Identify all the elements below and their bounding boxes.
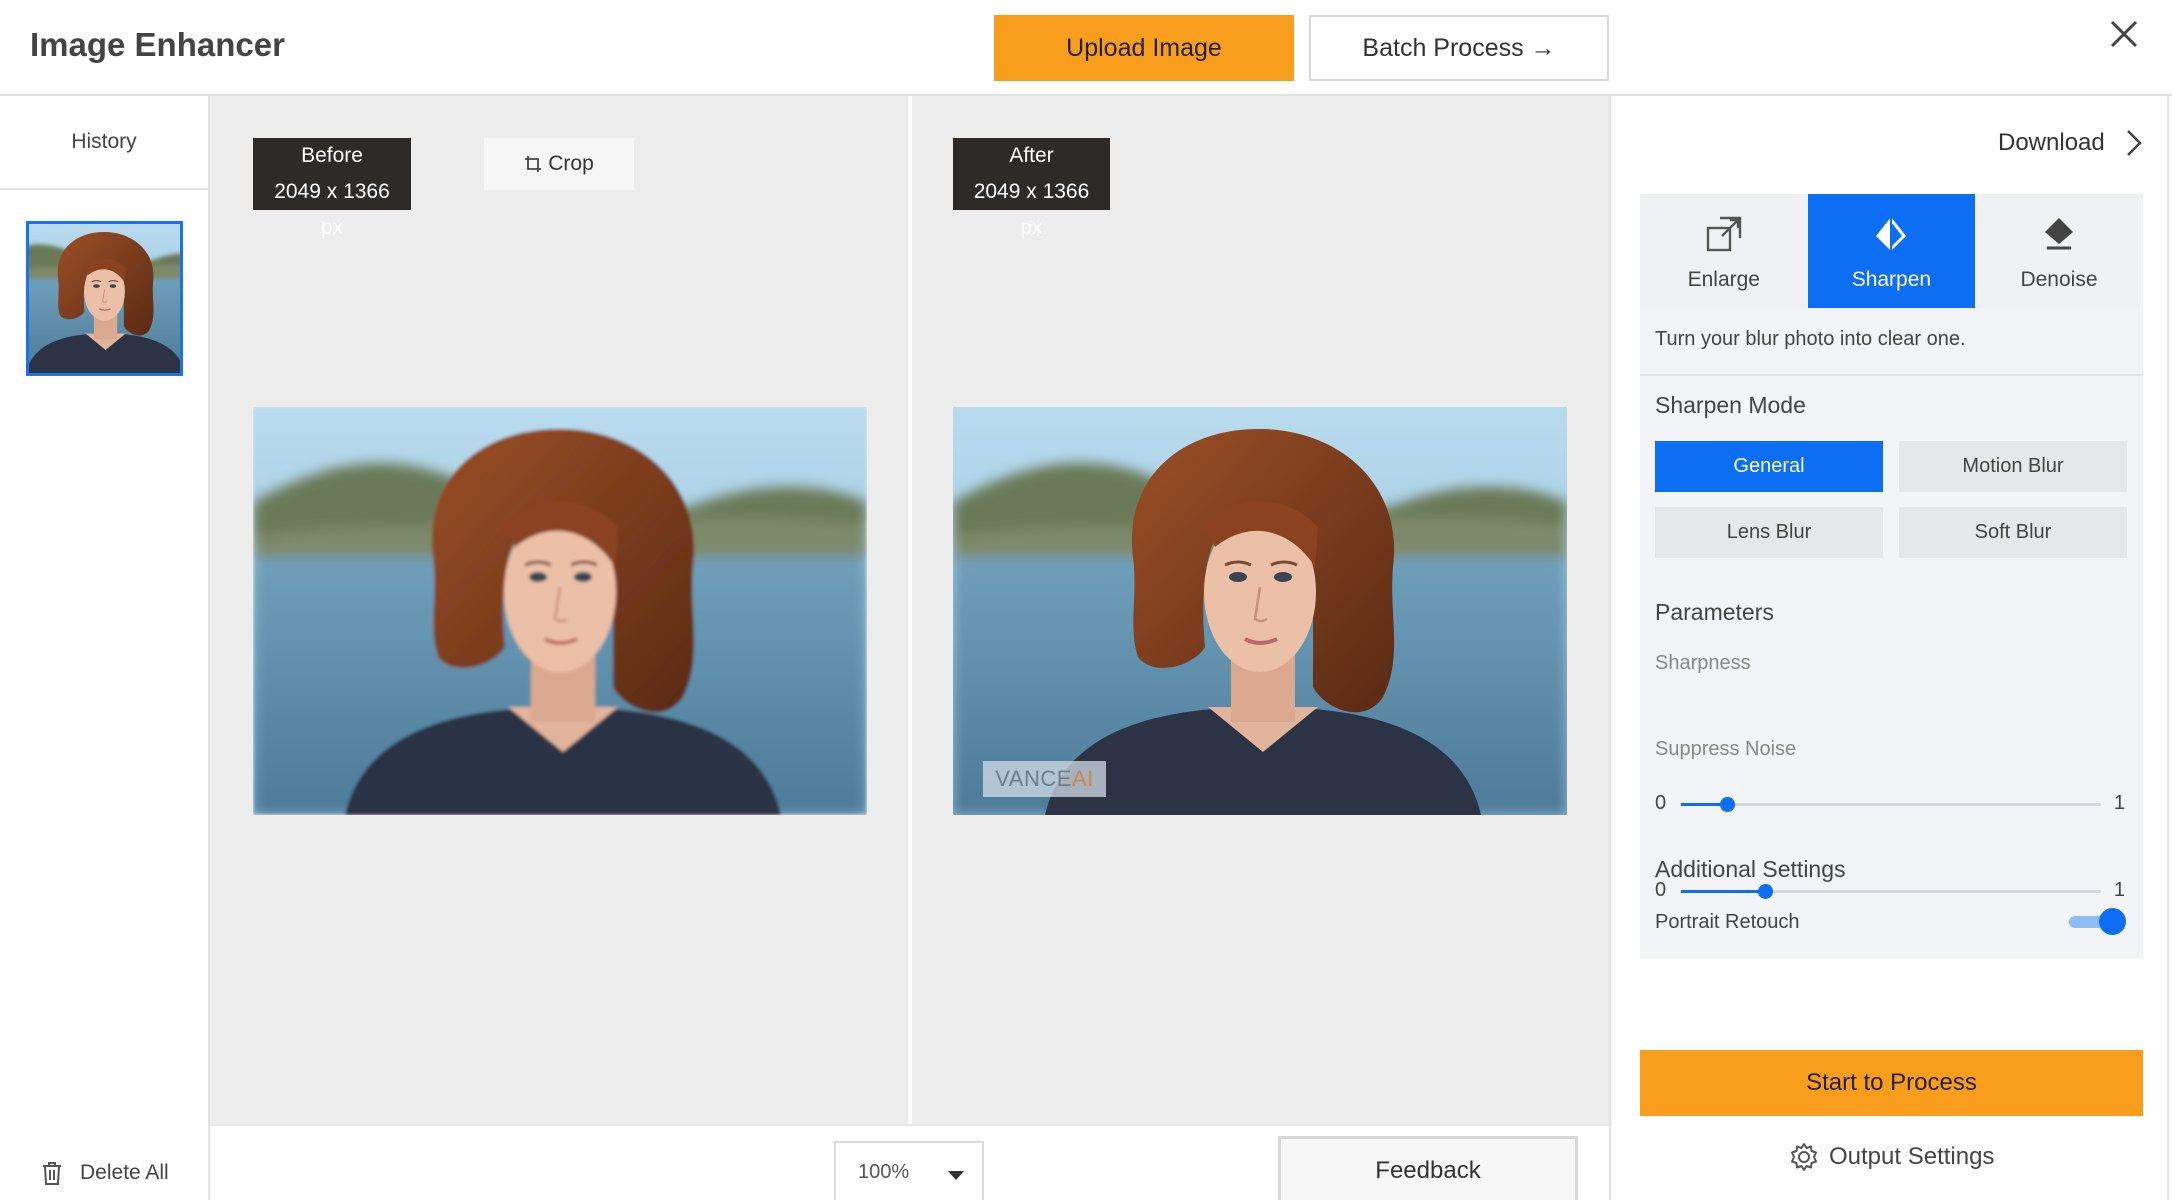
feedback-button[interactable]: Feedback [1278, 1136, 1578, 1200]
app-title: Image Enhancer [30, 26, 285, 63]
tab-denoise-label: Denoise [2020, 268, 2098, 291]
download-label: Download [1998, 129, 2105, 156]
tab-denoise[interactable]: Denoise [1975, 194, 2143, 308]
mode-soft-blur-button[interactable]: Soft Blur [1899, 507, 2127, 558]
before-size: 2049 x 1366 px [274, 180, 390, 239]
watermark-main: VANCE [995, 766, 1072, 791]
image-canvas: Before 2049 x 1366 px Crop After 2049 x … [210, 96, 1609, 1124]
batch-process-button[interactable]: Batch Process → [1309, 15, 1609, 81]
after-info-badge: After 2049 x 1366 px [953, 138, 1110, 239]
before-label: Before [301, 144, 363, 167]
mode-description: Turn your blur photo into clear one. [1655, 328, 1966, 350]
after-label: After [1009, 144, 1054, 167]
mode-motion-blur-button[interactable]: Motion Blur [1899, 441, 2127, 492]
mode-lens-blur-button[interactable]: Lens Blur [1655, 507, 1883, 558]
suppress-noise-handle[interactable] [1758, 884, 1773, 899]
tab-sharpen[interactable]: Sharpen [1807, 194, 1976, 308]
history-panel: History Delete All [0, 96, 210, 1200]
sharpness-max: 1 [2113, 792, 2125, 814]
additional-settings-title: Additional Settings [1655, 856, 1846, 882]
trash-icon [43, 1162, 61, 1185]
suppress-noise-track[interactable] [1681, 884, 2101, 899]
before-image [253, 407, 867, 815]
start-process-button[interactable]: Start to Process [1640, 1050, 2143, 1116]
watermark-accent: AI [1071, 766, 1094, 791]
caret-down-icon [948, 1171, 964, 1180]
portrait-retouch-toggle[interactable] [2069, 908, 2126, 936]
sharpness-track[interactable] [1681, 797, 2101, 812]
suppress-noise-max: 1 [2113, 879, 2125, 901]
sharpness-slider[interactable]: 0 1 [1655, 792, 2125, 816]
top-bar: Image Enhancer Upload Image Batch Proces… [0, 0, 2172, 96]
enlarge-icon [1706, 216, 1741, 252]
after-size: 2049 x 1366 px [973, 180, 1090, 239]
sharpness-handle[interactable] [1720, 797, 1736, 812]
portrait-retouch-label: Portrait Retouch [1655, 911, 1800, 933]
tab-sharpen-label: Sharpen [1851, 268, 1932, 291]
settings-panel: Download Enlarge Sharpen Denoise Turn yo… [1609, 96, 2172, 1200]
gear-icon [1791, 1143, 1817, 1171]
output-settings-label: Output Settings [1829, 1143, 1995, 1170]
crop-label: Crop [548, 152, 594, 175]
before-info-badge: Before 2049 x 1366 px [253, 138, 411, 239]
suppress-noise-fill [1681, 890, 1765, 893]
history-thumbnail[interactable] [26, 221, 183, 376]
suppress-noise-label: Suppress Noise [1655, 738, 1797, 760]
crop-button[interactable]: Crop [484, 138, 634, 190]
denoise-icon [2044, 218, 2073, 250]
download-button[interactable]: Download [1998, 128, 2143, 158]
watermark-logo: VANCE AI [983, 761, 1106, 797]
upload-image-button[interactable]: Upload Image [994, 15, 1294, 81]
after-image: VANCE AI [953, 407, 1567, 815]
tab-enlarge-label: Enlarge [1687, 268, 1760, 291]
sharpen-icon [1876, 217, 1907, 251]
delete-all-button[interactable]: Delete All [40, 1160, 169, 1186]
mode-tabs: Enlarge Sharpen Denoise [1640, 194, 2143, 308]
thumbnail-image [29, 224, 180, 373]
tab-enlarge[interactable]: Enlarge [1640, 194, 1808, 308]
zoom-value: 100% [858, 1161, 910, 1183]
sharpness-label: Sharpness [1655, 652, 1751, 674]
sharpen-mode-title: Sharpen Mode [1655, 392, 1806, 418]
sharpness-min: 0 [1655, 792, 1667, 814]
panel-scrollbar[interactable] [2167, 96, 2169, 1200]
compare-divider[interactable] [908, 96, 912, 1124]
mode-general-button[interactable]: General [1655, 441, 1883, 492]
zoom-select[interactable]: 100% [834, 1141, 984, 1200]
divider [1640, 374, 2143, 376]
crop-icon [525, 156, 542, 172]
chevron-right-icon [2126, 130, 2142, 156]
output-settings-button[interactable]: Output Settings [1789, 1142, 1994, 1172]
delete-all-label: Delete All [80, 1161, 169, 1184]
bottom-bar: 100% Feedback [210, 1124, 1609, 1200]
toggle-knob [2099, 908, 2126, 935]
parameters-title: Parameters [1655, 599, 1774, 625]
close-icon[interactable] [2106, 16, 2142, 52]
history-label: History [0, 96, 208, 190]
